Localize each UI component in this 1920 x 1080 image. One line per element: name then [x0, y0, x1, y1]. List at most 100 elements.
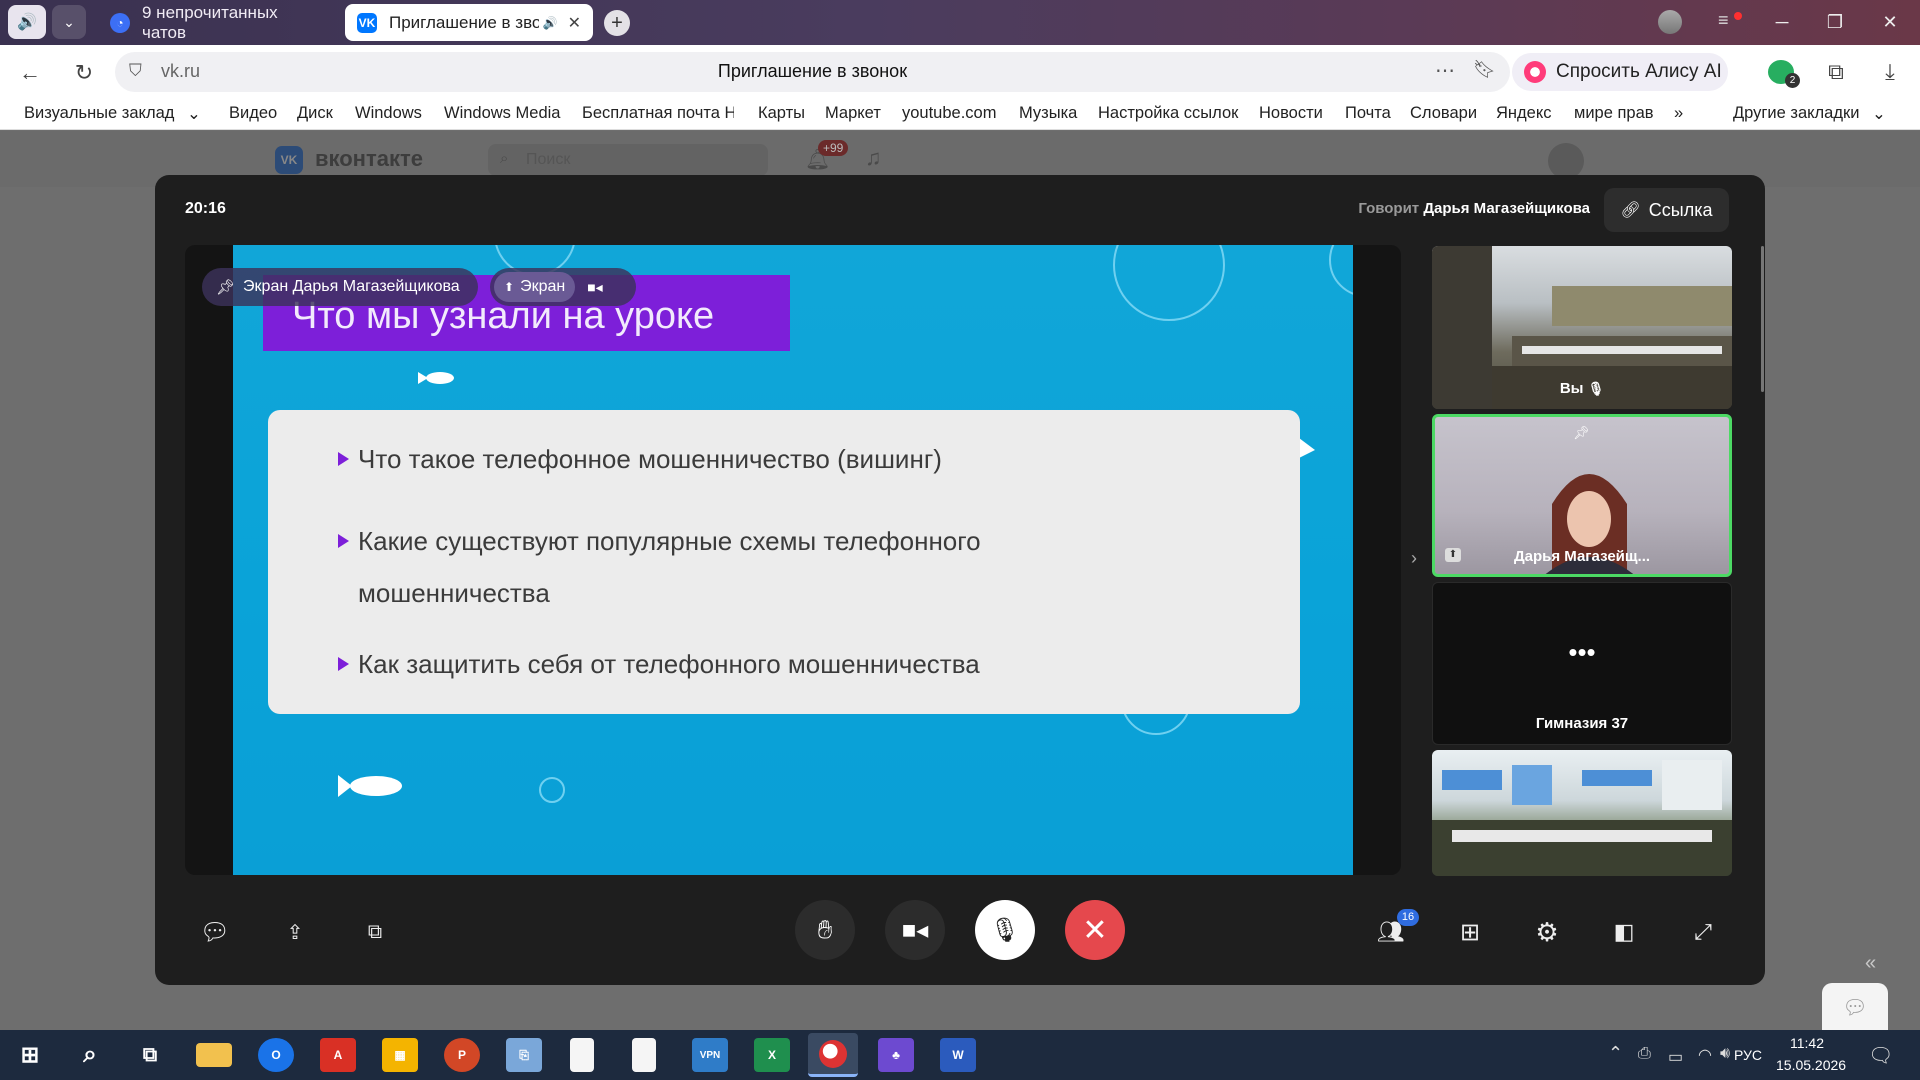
new-tab-button[interactable]: + [604, 10, 630, 36]
vk-avatar[interactable] [1548, 143, 1584, 179]
camera-view-icon[interactable]: ■◂ [587, 279, 602, 296]
bookmark-market[interactable]: Маркет [825, 104, 881, 123]
participant-tile-classroom[interactable] [1432, 750, 1732, 876]
language-indicator[interactable]: РУС [1734, 1047, 1762, 1063]
url-field[interactable]: ⛉ vk.ru Приглашение в звонок ⋯ 🔖︎ [115, 52, 1510, 92]
powerpoint-icon[interactable]: P [444, 1038, 480, 1072]
share-screen-button[interactable]: ⇪ [278, 915, 312, 949]
other-bookmarks[interactable]: Другие закладки [1733, 104, 1859, 123]
bookmarks-more-button[interactable]: » [1674, 104, 1683, 123]
task-view-icon[interactable]: ⧉ [132, 1038, 168, 1072]
bookmark-video[interactable]: Видео [229, 104, 277, 123]
tab-call-invite[interactable]: VK Приглашение в звон 🔊 ✕ [345, 4, 593, 41]
bookmark-windows[interactable]: Windows [355, 104, 422, 123]
volume-icon[interactable]: 🔊︎ [1720, 1045, 1730, 1063]
collections-icon[interactable]: ⧉ [1818, 54, 1854, 90]
bullet-marker [338, 452, 349, 466]
wifi-icon[interactable]: ◠ [1698, 1045, 1712, 1065]
search-icon[interactable]: ⌕ [72, 1038, 108, 1072]
expand-sidebar-icon[interactable]: › [1411, 548, 1417, 569]
outlook-icon[interactable]: O [258, 1038, 294, 1072]
profile-avatar[interactable] [1658, 10, 1682, 34]
tab-list-dropdown[interactable]: ⌄ [52, 5, 86, 39]
record-button[interactable]: ⧉ [358, 915, 392, 949]
yandex-browser-icon[interactable] [808, 1033, 858, 1077]
network-app-icon[interactable]: ⎘ [506, 1038, 542, 1072]
close-tab-icon[interactable]: ✕ [568, 13, 581, 33]
presentation-slide [233, 245, 1353, 875]
sound-toggle-button[interactable]: 🔊 [8, 5, 46, 39]
browser-tab-strip: 🔊 ⌄ ◔ 9 непрочитанных чатов VK Приглашен… [0, 0, 1920, 45]
word-icon[interactable]: W [940, 1038, 976, 1072]
excel-icon[interactable]: X [754, 1038, 790, 1072]
bookmark-dictionaries[interactable]: Словари [1410, 104, 1477, 123]
game-icon[interactable]: ♣ [878, 1038, 914, 1072]
microphone-muted-button[interactable]: 🎙︎ [975, 900, 1035, 960]
battery-icon[interactable]: ▭ [1668, 1047, 1683, 1067]
more-dots-icon[interactable]: ••• [1433, 639, 1731, 665]
chevron-down-icon[interactable]: ⌄ [1872, 104, 1886, 124]
chevron-down-icon[interactable]: ⌄ [187, 104, 201, 124]
pin-icon[interactable]: 📌︎ [1573, 425, 1590, 441]
bookmark-disk[interactable]: Диск [297, 104, 333, 123]
pdf-reader-icon[interactable]: A [320, 1038, 356, 1072]
file-explorer-icon[interactable] [196, 1043, 232, 1067]
copy-link-button[interactable]: 🔗︎ Ссылка [1604, 188, 1729, 232]
music-icon[interactable]: ♫ [865, 145, 882, 171]
bookmark-maps[interactable]: Карты [758, 104, 805, 123]
tray-chevron-up-icon[interactable]: ⌃ [1608, 1043, 1623, 1064]
settings-gear-icon[interactable]: ⚙︎ [1530, 915, 1564, 949]
chat-icon[interactable]: 💬︎ [198, 915, 232, 949]
participants-button[interactable]: 👥︎ 16 [1373, 909, 1419, 949]
bookmark-windows-media[interactable]: Windows Media [444, 104, 560, 123]
more-icon[interactable]: ⋯ [1435, 58, 1455, 83]
participant-tile-gymnasium[interactable]: ••• Гимназия 37 [1432, 582, 1732, 745]
raise-hand-button[interactable]: ✋︎ [795, 900, 855, 960]
screen-view-button[interactable]: ⬆︎ Экран [494, 272, 576, 302]
store-icon[interactable]: ▦ [382, 1038, 418, 1072]
start-windows-icon[interactable]: ⊞ [12, 1038, 48, 1072]
participant-tile-you[interactable]: Вы 🎙︎ [1432, 246, 1732, 409]
grid-layout-icon[interactable]: ⊞ [1453, 915, 1487, 949]
screen-owner-label[interactable]: 📌︎ Экран Дарья Магазейщикова [202, 268, 478, 306]
restore-button[interactable]: ❐ [1815, 8, 1855, 36]
collapse-panel-icon[interactable]: « [1865, 952, 1876, 975]
reload-icon[interactable]: ↻ [66, 55, 102, 91]
bookmark-rights[interactable]: мире прав [1574, 104, 1654, 123]
extension-icon[interactable]: 2 [1768, 60, 1800, 88]
bookmark-free-mail[interactable]: Бесплатная почта Н [582, 104, 734, 123]
bookmark-icon[interactable]: 🔖︎ [1473, 59, 1496, 80]
close-window-button[interactable]: ✕ [1870, 8, 1910, 36]
browser-menu-icon[interactable]: ≡ [1718, 10, 1742, 34]
bookmark-news[interactable]: Новости [1259, 104, 1323, 123]
back-icon[interactable]: ← [12, 55, 48, 91]
download-icon[interactable]: ⤓ [1872, 54, 1908, 90]
document-icon[interactable] [570, 1038, 594, 1072]
bookmark-link-settings[interactable]: Настройка ссылок [1098, 104, 1238, 123]
bookmark-mail[interactable]: Почта [1345, 104, 1391, 123]
notifications-icon[interactable]: 🗨︎ [1868, 1043, 1893, 1068]
fullscreen-icon[interactable]: ⤢ [1686, 915, 1720, 949]
call-timer: 20:16 [185, 200, 226, 217]
chat-bubble-button[interactable]: 💬︎ [1822, 983, 1888, 1031]
participant-tile-speaker[interactable]: 📌︎ ⬆︎ Дарья Магазейщ... [1432, 414, 1732, 577]
extension-badge: 2 [1785, 73, 1800, 88]
hang-up-button[interactable]: ✕ [1065, 900, 1125, 960]
bookmark-visual[interactable]: Визуальные заклад [24, 104, 176, 123]
vk-search-input[interactable]: ⌕ Поиск [488, 144, 768, 176]
tab-unread-chats[interactable]: ◔ 9 непрочитанных чатов [98, 3, 338, 42]
ask-alice-button[interactable]: Спросить Алису AI [1512, 53, 1728, 91]
camera-button[interactable]: ■◂ [885, 900, 945, 960]
clock-date[interactable]: 15.05.2026 [1776, 1057, 1846, 1073]
bullet-marker [338, 657, 349, 671]
minimize-button[interactable]: ─ [1762, 8, 1802, 36]
bookmark-yandex[interactable]: Яндекс [1496, 104, 1552, 123]
tray-app-icon[interactable]: ⎙ [1638, 1045, 1651, 1063]
bookmark-music[interactable]: Музыка [1019, 104, 1077, 123]
picture-in-picture-icon[interactable]: ◧ [1607, 915, 1641, 949]
document-icon[interactable] [632, 1038, 656, 1072]
bookmark-youtube[interactable]: youtube.com [902, 104, 996, 123]
clock-time[interactable]: 11:42 [1790, 1035, 1824, 1051]
tiles-scrollbar[interactable] [1761, 246, 1764, 392]
vpn-icon[interactable]: VPN [692, 1038, 728, 1072]
